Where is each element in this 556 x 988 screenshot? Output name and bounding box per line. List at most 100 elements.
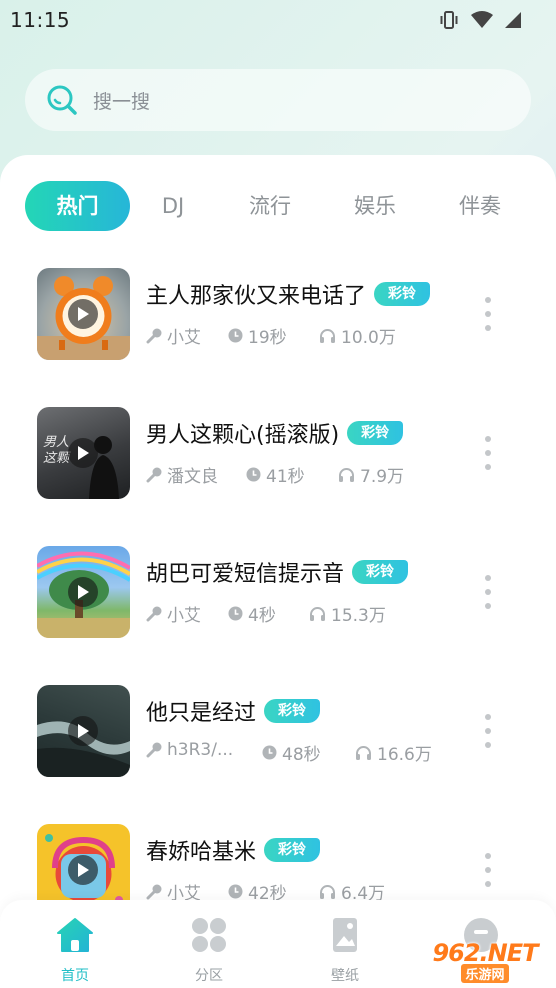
watermark-bottom: 乐游网 xyxy=(461,964,509,983)
song-duration: 41秒 xyxy=(266,467,305,487)
play-button[interactable] xyxy=(68,438,98,468)
song-row[interactable]: 他只是经过 彩铃 h3R3/... 48秒 16.6万 xyxy=(0,685,556,777)
grid-icon xyxy=(192,918,226,952)
search-placeholder: 搜一搜 xyxy=(93,90,151,113)
duration-meta: 19秒 xyxy=(228,323,287,348)
ringtone-badge: 彩铃 xyxy=(347,421,404,445)
microphone-icon xyxy=(146,467,162,482)
plays-meta: 16.6万 xyxy=(355,740,432,765)
plays-meta: 15.3万 xyxy=(309,601,386,626)
song-plays: 7.9万 xyxy=(360,467,405,487)
song-artist: h3R3/... xyxy=(167,740,234,760)
tab-dj[interactable]: DJ xyxy=(147,181,199,231)
song-title: 春娇哈基米 xyxy=(146,840,257,865)
song-duration: 48秒 xyxy=(282,745,321,765)
song-plays: 16.6万 xyxy=(377,745,432,765)
category-tabs: 热门 DJ 流行 娱乐 伴奏 xyxy=(25,181,545,231)
more-options-button[interactable] xyxy=(482,297,494,331)
search-input[interactable]: 搜一搜 xyxy=(25,69,531,131)
signal-icon xyxy=(505,12,521,28)
song-title-line: 主人那家伙又来电话了 彩铃 xyxy=(146,280,431,309)
ringtone-badge: 彩铃 xyxy=(352,560,409,584)
status-time: 11:15 xyxy=(10,8,71,32)
nav-wallpaper[interactable]: 壁纸 xyxy=(305,916,385,985)
duration-meta: 41秒 xyxy=(246,462,305,487)
duration-meta: 48秒 xyxy=(262,740,321,765)
artist-meta: 小艾 xyxy=(146,323,201,348)
song-title-line: 春娇哈基米 彩铃 xyxy=(146,836,321,865)
wifi-icon xyxy=(471,11,493,28)
play-icon xyxy=(78,446,89,460)
headphones-icon xyxy=(356,745,371,760)
song-row[interactable]: 男人这颗 男人这颗心(摇滚版) 彩铃 潘文良 41秒 7.9万 xyxy=(0,407,556,499)
vibrate-icon xyxy=(440,11,458,29)
song-row[interactable]: 胡巴可爱短信提示音 彩铃 小艾 4秒 15.3万 xyxy=(0,546,556,638)
microphone-icon xyxy=(146,606,162,621)
song-title: 主人那家伙又来电话了 xyxy=(146,284,367,309)
search-icon xyxy=(47,85,77,115)
ringtone-badge: 彩铃 xyxy=(264,838,321,862)
watermark-top: 962.NET xyxy=(432,939,538,967)
song-artist: 小艾 xyxy=(167,606,201,626)
song-title: 男人这颗心(摇滚版) xyxy=(146,423,340,448)
ringtone-badge: 彩铃 xyxy=(374,282,431,306)
tab-hot[interactable]: 热门 xyxy=(25,181,130,231)
more-options-button[interactable] xyxy=(482,575,494,609)
nav-home-label: 首页 xyxy=(61,968,89,984)
clock-icon xyxy=(228,606,243,621)
song-duration: 4秒 xyxy=(248,606,276,626)
main-panel: 热门 DJ 流行 娱乐 伴奏 主人那家伙又来电话了 彩铃 小艾 19秒 10.0… xyxy=(0,155,556,988)
nav-sections[interactable]: 分区 xyxy=(169,916,249,985)
nav-wallpaper-label: 壁纸 xyxy=(331,968,359,984)
artist-meta: 潘文良 xyxy=(146,462,218,487)
more-options-button[interactable] xyxy=(482,714,494,748)
headphones-icon xyxy=(310,606,325,621)
song-cover[interactable] xyxy=(37,546,130,638)
headphones-icon xyxy=(339,467,354,482)
home-icon xyxy=(57,918,93,952)
status-bar: 11:15 xyxy=(0,0,556,40)
song-title-line: 男人这颗心(摇滚版) 彩铃 xyxy=(146,419,404,448)
artist-meta: 小艾 xyxy=(146,601,201,626)
more-options-button[interactable] xyxy=(482,853,494,887)
clock-icon xyxy=(262,745,277,760)
play-button[interactable] xyxy=(68,716,98,746)
song-artist: 潘文良 xyxy=(167,467,218,487)
headphones-icon xyxy=(320,328,335,343)
headphones-icon xyxy=(320,884,335,899)
song-title-line: 胡巴可爱短信提示音 彩铃 xyxy=(146,558,409,587)
song-duration: 19秒 xyxy=(248,328,287,348)
play-icon xyxy=(78,724,89,738)
wallpaper-icon xyxy=(333,918,357,952)
song-plays: 10.0万 xyxy=(341,328,396,348)
nav-sections-label: 分区 xyxy=(195,968,223,984)
clock-icon xyxy=(228,328,243,343)
plays-meta: 7.9万 xyxy=(338,462,404,487)
clock-icon xyxy=(228,884,243,899)
plays-meta: 10.0万 xyxy=(319,323,396,348)
artist-meta: h3R3/... xyxy=(146,740,233,760)
song-artist: 小艾 xyxy=(167,328,201,348)
play-button[interactable] xyxy=(68,577,98,607)
song-title: 他只是经过 xyxy=(146,701,257,726)
clock-icon xyxy=(246,467,261,482)
ringtone-badge: 彩铃 xyxy=(264,699,321,723)
tab-entertainment[interactable]: 娱乐 xyxy=(350,181,400,231)
play-icon xyxy=(78,585,89,599)
song-cover[interactable] xyxy=(37,685,130,777)
play-icon xyxy=(78,863,89,877)
watermark-logo: 962.NET 乐游网 xyxy=(418,938,552,984)
song-cover[interactable]: 男人这颗 xyxy=(37,407,130,499)
tab-pop[interactable]: 流行 xyxy=(245,181,295,231)
song-title: 胡巴可爱短信提示音 xyxy=(146,562,345,587)
microphone-icon xyxy=(146,742,162,758)
play-button[interactable] xyxy=(68,299,98,329)
play-button[interactable] xyxy=(68,855,98,885)
tab-accompaniment[interactable]: 伴奏 xyxy=(455,181,505,231)
song-cover[interactable] xyxy=(37,268,130,360)
status-icons xyxy=(438,10,522,30)
more-options-button[interactable] xyxy=(482,436,494,470)
nav-home[interactable]: 首页 xyxy=(35,916,115,985)
duration-meta: 4秒 xyxy=(228,601,276,626)
song-row[interactable]: 主人那家伙又来电话了 彩铃 小艾 19秒 10.0万 xyxy=(0,268,556,360)
